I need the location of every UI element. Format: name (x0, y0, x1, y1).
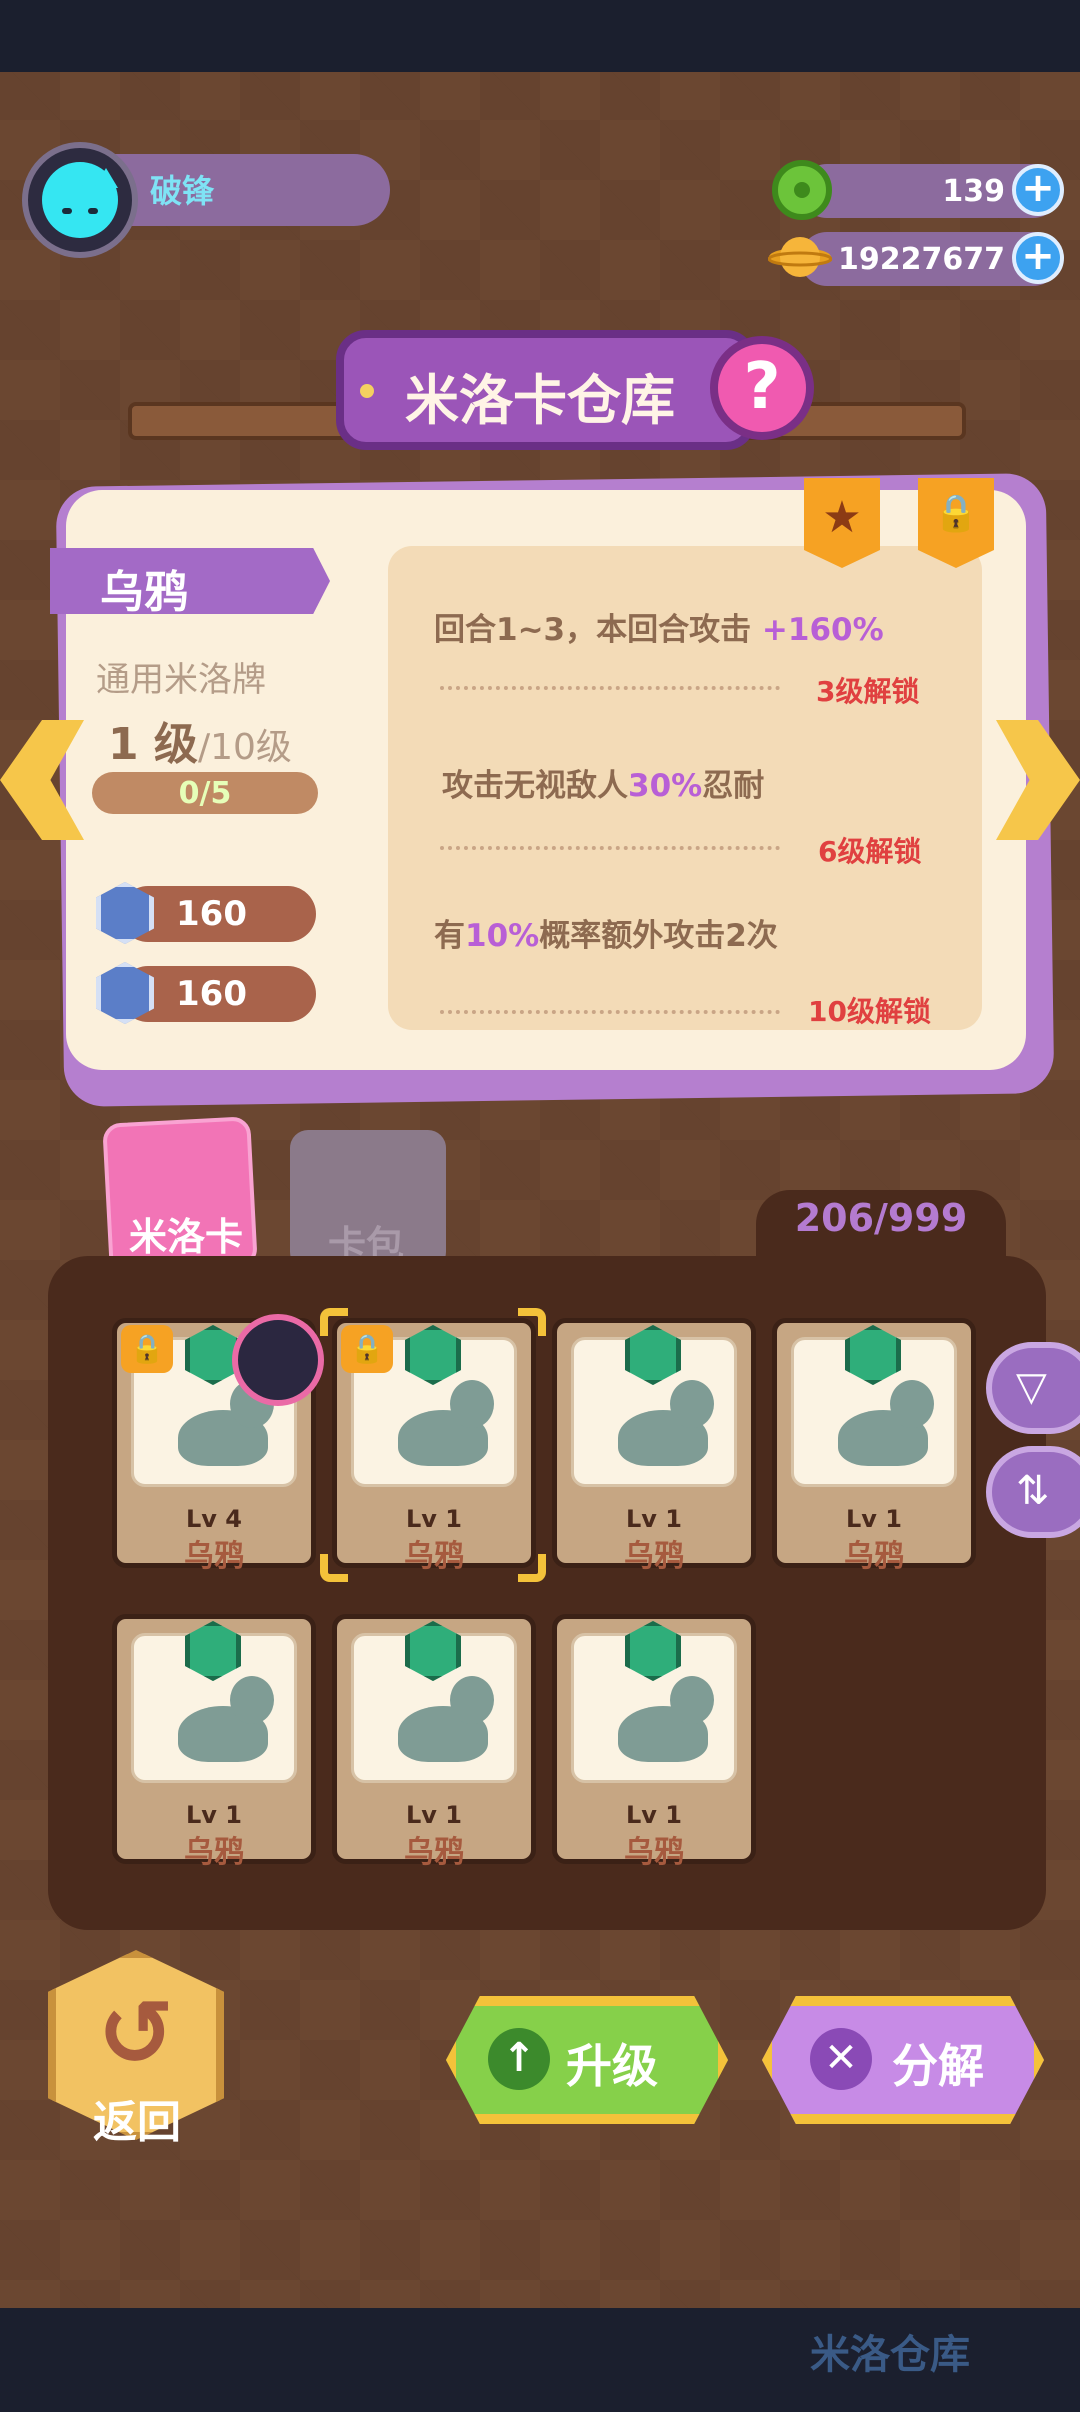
status-bar (0, 0, 1080, 72)
selection-corner (518, 1308, 546, 1336)
card-level: Lv 1 (846, 1505, 902, 1533)
skill-3-text: 有10%概率额外攻击2次 (434, 918, 778, 954)
card-level: Lv 1 (626, 1801, 682, 1829)
add-donut-button[interactable]: + (1012, 164, 1064, 216)
back-button-label: 返回 (93, 2097, 181, 2148)
card-item[interactable]: Lv 1 乌鸦 (112, 1614, 316, 1870)
equipped-character-avatar (232, 1314, 324, 1406)
card-level: 1 级/10级 (108, 708, 292, 772)
currency-coin-value: 19227677 (838, 242, 1005, 277)
decompose-button-label: 分解 (892, 2039, 984, 2093)
card-item[interactable]: Lv 1 乌鸦 (552, 1318, 756, 1574)
tab-milo-card-label: 米洛卡 (128, 1215, 243, 1259)
help-button[interactable]: ? (710, 336, 814, 440)
card-name: 乌鸦 (404, 1835, 464, 1870)
stat-value-2: 160 (176, 974, 247, 1014)
selection-corner (320, 1308, 348, 1336)
selection-corner (518, 1554, 546, 1582)
skill-divider (440, 1010, 780, 1014)
skill-2-unlock: 6级解锁 (818, 835, 922, 868)
sort-button[interactable]: ⇅ (986, 1446, 1080, 1538)
card-level: Lv 1 (406, 1505, 462, 1533)
skill-1-text: 回合1~3，本回合攻击 +160% (434, 612, 884, 648)
page-title: 米洛卡仓库 (405, 369, 675, 432)
skill-divider (440, 686, 780, 690)
skill-1-unlock: 3级解锁 (816, 675, 920, 708)
card-name: 乌鸦 (184, 1835, 244, 1870)
level-max: /10级 (197, 727, 292, 768)
card-item[interactable]: Lv 1 乌鸦 (332, 1614, 536, 1870)
upgrade-button-label: 升级 (566, 2039, 658, 2093)
question-icon: ? (743, 350, 781, 424)
lock-icon: 🔒 (121, 1325, 173, 1373)
card-item[interactable]: Lv 1 乌鸦 (552, 1614, 756, 1870)
card-level: Lv 4 (186, 1505, 242, 1533)
close-icon: ✕ (810, 2028, 872, 2090)
filter-button[interactable]: ▽ (986, 1342, 1080, 1434)
cat-avatar-icon (42, 162, 118, 238)
lock-icon: 🔒 (933, 493, 979, 534)
card-level: Lv 1 (626, 1505, 682, 1533)
back-arrow-icon: ↺ (97, 1980, 175, 2087)
selection-corner (320, 1554, 348, 1582)
card-name: 乌鸦 (624, 1835, 684, 1870)
star-icon: ★ (822, 492, 862, 543)
card-name: 乌鸦 (844, 1539, 904, 1574)
card-name-ribbon (50, 548, 330, 614)
lock-tag[interactable]: 🔒 (918, 478, 994, 568)
card-level: Lv 1 (186, 1801, 242, 1829)
lock-icon: 🔒 (341, 1325, 393, 1373)
card-name: 乌鸦 (404, 1539, 464, 1574)
card-name: 乌鸦 (624, 1539, 684, 1574)
card-level: Lv 1 (406, 1801, 462, 1829)
xp-progress-text: 0/5 (178, 776, 232, 811)
card-name: 乌鸦 (184, 1539, 244, 1574)
skill-divider (440, 846, 780, 850)
stat-value-1: 160 (176, 894, 247, 934)
sort-icon: ⇅ (1016, 1468, 1050, 1514)
card-item-selected[interactable]: 🔒 Lv 1 乌鸦 (332, 1318, 536, 1574)
plus-icon: + (1021, 165, 1055, 211)
plus-icon: + (1021, 233, 1055, 279)
skill-3-unlock: 10级解锁 (808, 995, 931, 1028)
avatar[interactable] (22, 142, 138, 258)
inventory-count: 206/999 (794, 1196, 968, 1240)
player-name: 破锋 (150, 172, 215, 210)
card-name: 乌鸦 (100, 567, 188, 618)
add-coin-button[interactable]: + (1012, 232, 1064, 284)
dock-warehouse-label[interactable]: 米洛仓库 (810, 2322, 970, 2380)
skill-2-text: 攻击无视敌人30%忍耐 (442, 768, 765, 804)
card-type: 通用米洛牌 (96, 660, 266, 700)
title-dot (360, 384, 374, 398)
favorite-tag[interactable]: ★ (804, 478, 880, 568)
card-item[interactable]: Lv 1 乌鸦 (772, 1318, 976, 1574)
arrow-up-icon: ↑ (488, 2028, 550, 2090)
filter-icon: ▽ (1016, 1364, 1047, 1410)
currency-donut-value: 139 (942, 174, 1005, 209)
level-current: 1 级 (108, 719, 198, 770)
